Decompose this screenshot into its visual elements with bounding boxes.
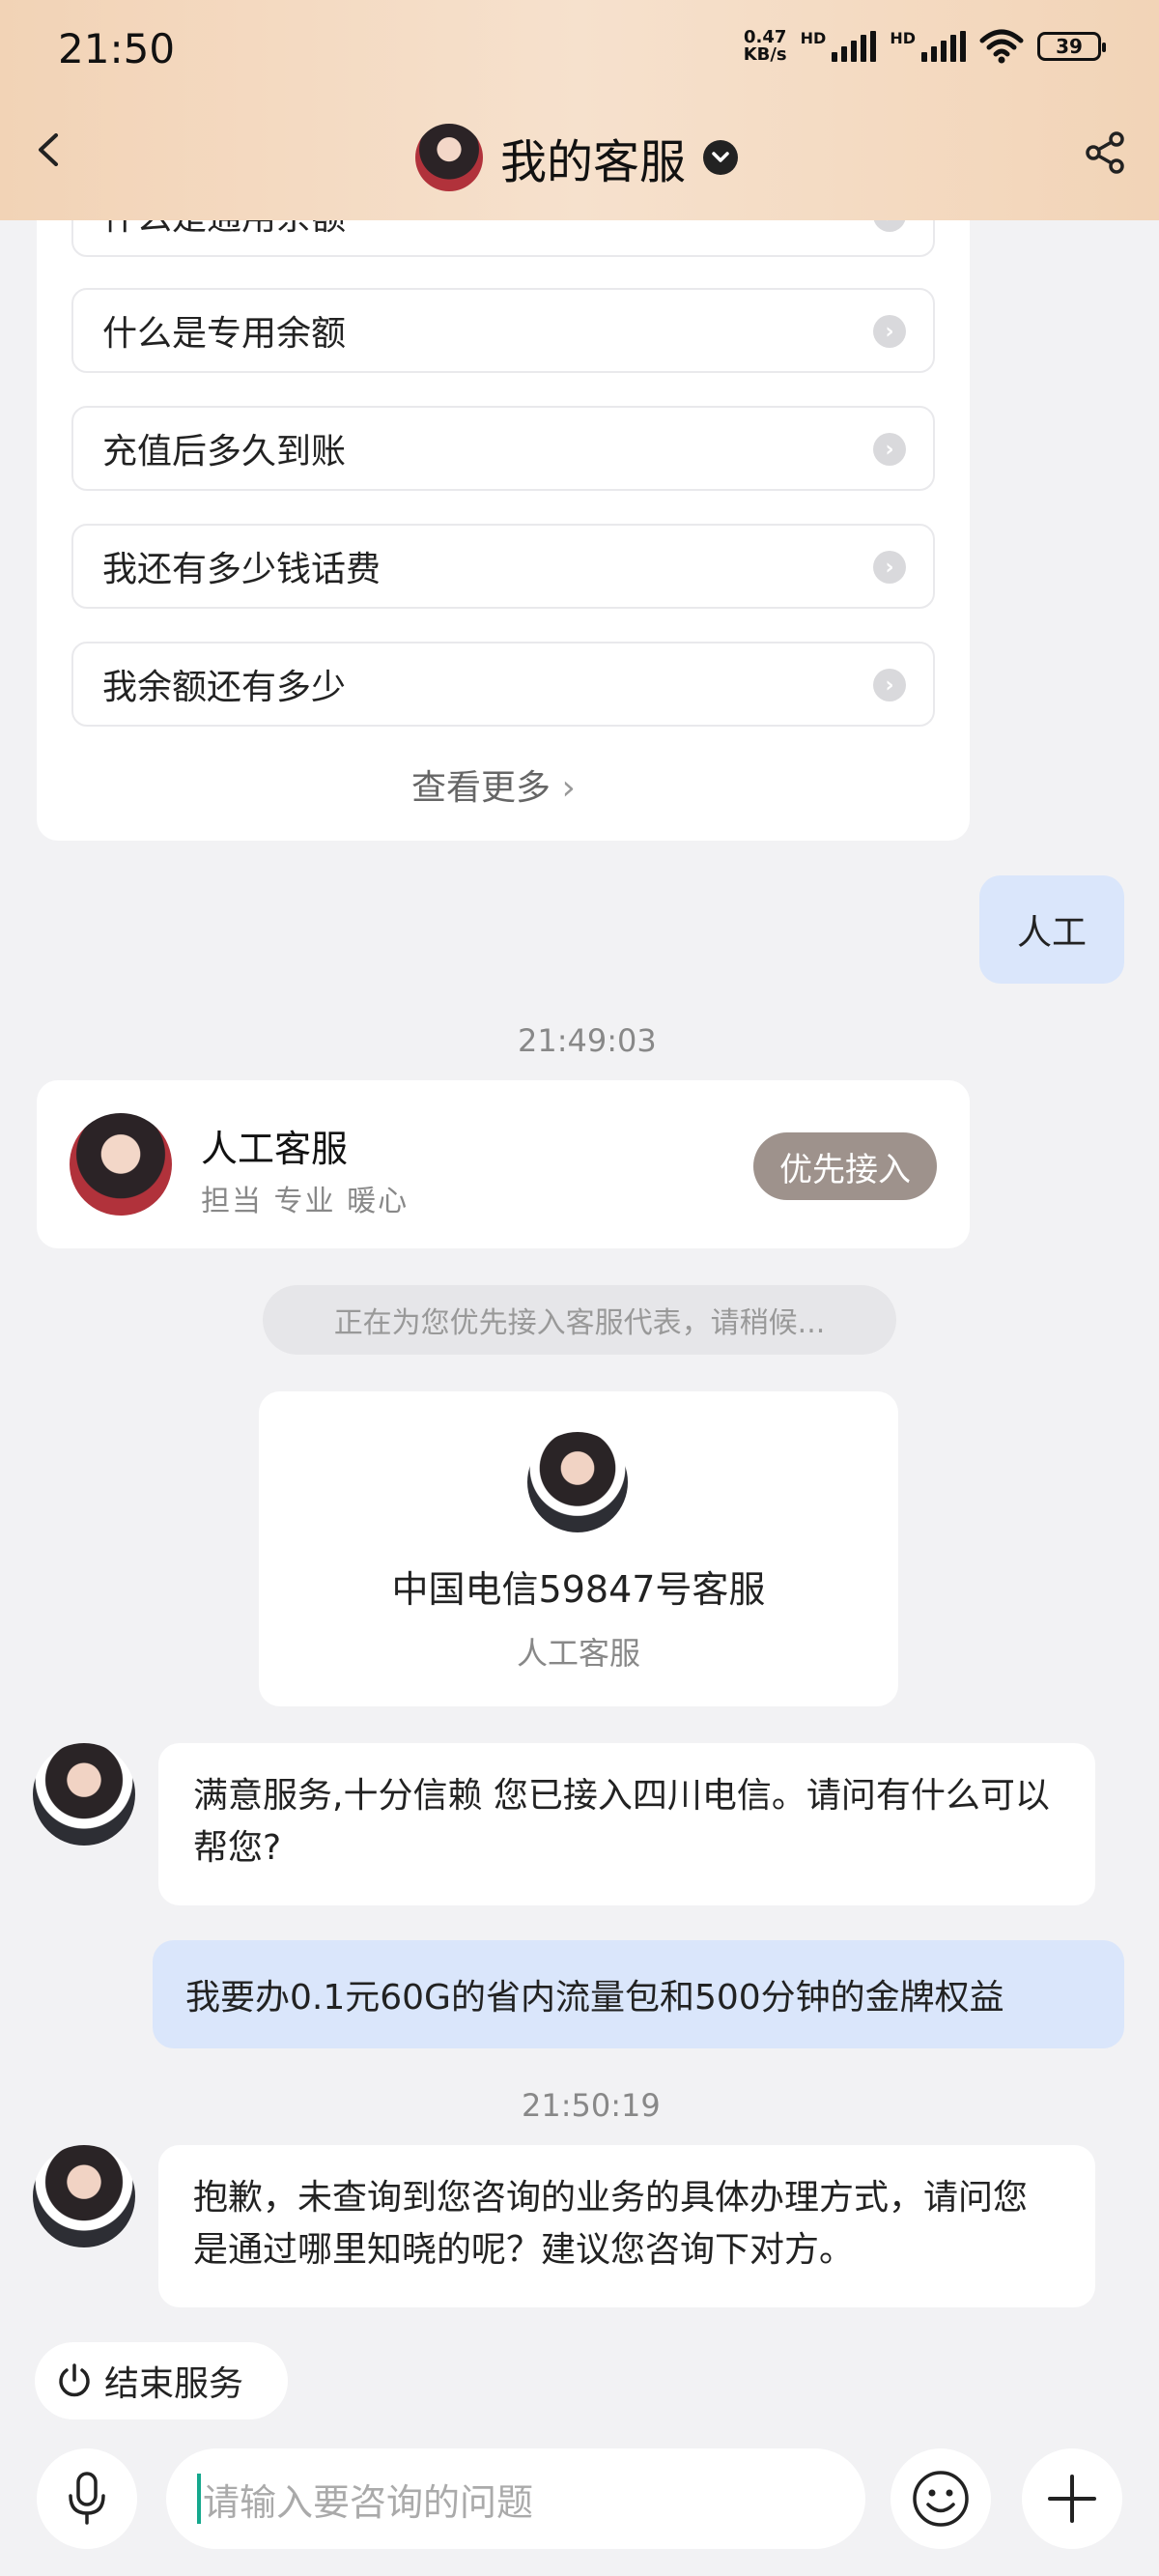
power-icon	[59, 2363, 90, 2397]
plus-icon	[1048, 2475, 1096, 2523]
faq-item[interactable]: 我余额还有多少 ›	[71, 642, 935, 727]
priority-connect-button[interactable]: 优先接入	[753, 1132, 937, 1200]
share-icon[interactable]	[1084, 131, 1126, 174]
emoji-button[interactable]	[890, 2448, 991, 2549]
chevron-right-icon: ›	[873, 433, 906, 466]
faq-item[interactable]: 充值后多久到账 ›	[71, 406, 935, 491]
page-title: 我的客服	[500, 135, 687, 189]
rep-avatar	[527, 1432, 628, 1532]
chevron-right-icon: ›	[873, 669, 906, 701]
voice-button[interactable]	[37, 2448, 137, 2549]
hd-icon: HD	[800, 28, 827, 47]
timestamp: 21:50:19	[522, 2087, 661, 2124]
microphone-icon	[69, 2472, 105, 2525]
battery-icon: 39	[1037, 32, 1106, 61]
chevron-right-icon: ›	[561, 768, 576, 808]
view-more-link[interactable]: 查看更多 ›	[411, 759, 576, 810]
rep-role: 人工客服	[516, 1635, 640, 1672]
chevron-down-icon[interactable]	[703, 140, 739, 175]
wifi-icon	[979, 29, 1024, 64]
hd-icon: HD	[890, 28, 916, 47]
faq-item[interactable]: 什么是专用余额 ›	[71, 288, 935, 373]
title-group[interactable]: 我的客服	[415, 124, 739, 191]
message-input[interactable]: 请输入要咨询的问题	[166, 2448, 865, 2549]
end-service-button[interactable]: 结束服务	[35, 2342, 288, 2419]
chevron-right-icon: ›	[873, 551, 906, 584]
back-icon[interactable]	[33, 133, 66, 166]
agent-message: 满意服务,十分信赖 您已接入四川电信。请问有什么可以帮您?	[158, 1743, 1095, 1905]
service-avatar	[415, 124, 483, 191]
agent-tags: 担当 专业 暖心	[201, 1185, 410, 1218]
status-time: 21:50	[58, 25, 176, 72]
text-cursor	[197, 2474, 201, 2524]
chevron-right-icon: ›	[873, 315, 906, 348]
agent-avatar	[33, 2145, 135, 2247]
timestamp: 21:49:03	[518, 1022, 657, 1059]
faq-item[interactable]: 我还有多少钱话费 ›	[71, 524, 935, 609]
agent-avatar	[70, 1113, 172, 1216]
agent-name: 人工客服	[201, 1128, 349, 1170]
header-bar: 21:50 0.47 KB/s HD HD 39 我的客服	[0, 0, 1159, 220]
connecting-notice: 正在为您优先接入客服代表，请稍候...	[263, 1285, 896, 1355]
more-button[interactable]	[1022, 2448, 1122, 2549]
user-message: 我要办0.1元60G的省内流量包和500分钟的金牌权益	[153, 1940, 1124, 2048]
emoji-icon	[913, 2471, 969, 2527]
agent-message: 抱歉，未查询到您咨询的业务的具体办理方式，请问您是通过哪里知晓的呢？建议您咨询下…	[158, 2145, 1095, 2307]
status-icons: 0.47 KB/s HD HD 39	[743, 27, 1106, 65]
signal-icon	[832, 31, 877, 62]
agent-avatar	[33, 1743, 135, 1846]
network-speed: 0.47 KB/s	[743, 27, 787, 65]
user-message: 人工	[979, 875, 1124, 984]
signal-icon	[921, 31, 966, 62]
rep-name: 中国电信59847号客服	[391, 1568, 766, 1611]
